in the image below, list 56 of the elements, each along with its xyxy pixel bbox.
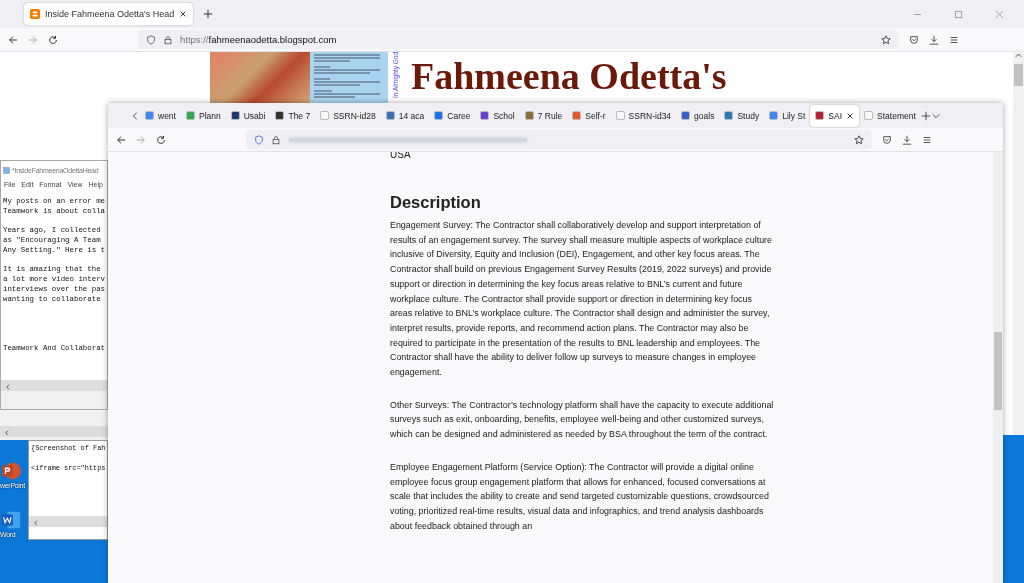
- star-icon[interactable]: [854, 134, 864, 145]
- presentation-app-icon[interactable]: [0, 460, 22, 482]
- scroll-left-icon[interactable]: [3, 429, 10, 436]
- browser-tab[interactable]: goals: [676, 104, 720, 127]
- new-tab-icon[interactable]: [203, 9, 214, 19]
- scroll-left-icon[interactable]: [4, 383, 11, 390]
- browser-tab[interactable]: Study: [719, 104, 765, 127]
- notepad-icon: [3, 166, 10, 174]
- browser-tab[interactable]: 14 aca: [380, 104, 430, 127]
- paragraph: Employee Engagement Platform (Service Option): The Contractor will provide a digital online employee focus group engagement platform that allows for enhanced, focused conversations at scale that includes the ability to create and send targeted customizable questions, crowdsourced voting, prioritized real-time results, visual data and infographics, and trend analysis dashboards about feedback obtained through an: [390, 460, 770, 533]
- menu-icon[interactable]: [949, 34, 959, 45]
- browser-tab[interactable]: SAI: [810, 104, 860, 127]
- close-icon[interactable]: [179, 10, 188, 18]
- document-app-icon[interactable]: [0, 509, 22, 531]
- maximize-icon[interactable]: [954, 9, 963, 19]
- download-icon[interactable]: [929, 34, 939, 45]
- browser-tab[interactable]: Usabi: [225, 104, 271, 127]
- scroll-left-icon[interactable]: [32, 519, 39, 526]
- browser-tab[interactable]: Plann: [180, 104, 226, 127]
- browser-tab[interactable]: Caree: [429, 104, 476, 127]
- download-icon[interactable]: [902, 134, 912, 145]
- blog-title: Fahmeena Odetta's: [411, 54, 727, 99]
- shield-icon: [146, 34, 156, 45]
- browser-tab[interactable]: The 7: [270, 104, 316, 127]
- lock-icon: [271, 134, 281, 145]
- browser-tab[interactable]: Self-r: [567, 104, 611, 127]
- pocket-icon[interactable]: [882, 134, 892, 145]
- shield-icon: [254, 134, 264, 145]
- address-bar[interactable]: https://fahmeenaodetta.blogspot.com: [138, 30, 899, 49]
- back-icon[interactable]: [8, 34, 18, 45]
- browser-tab[interactable]: Inside Fahmeena Odetta's Head: [24, 3, 194, 25]
- paragraph: Engagement Survey: The Contractor shall collaboratively develop and support interpretation of results of an engagement survey. The survey shall measure multiple aspects of workplace culture inclusive of Diversity, Equity and Inclusion (DEI), Engagement, and other key focus areas. The Contractor shall build on previous Engagement Survey Results (2019, 2022 surveys) and provide support or direction in determining the key focus areas relative to BNL’s current and future workplace culture. The Contractor shall provide support or direction in determining key focus areas relative to BNL’s workplace culture. The Contractor shall design and administer the survey, interpret results, provide reports, and recommend action plans. The Contractor may also be required to participate in the presentation of the results to BNL leadership and employees. The Contractor shall have the ability to deliver follow up surveys to measure changes in employee engagement.: [390, 219, 773, 380]
- close-icon[interactable]: [846, 111, 855, 120]
- star-icon[interactable]: [881, 34, 891, 45]
- new-tab-icon[interactable]: [920, 110, 931, 121]
- browser-tab[interactable]: SSRN-id28: [315, 104, 381, 127]
- browser-tab[interactable]: Schol: [475, 104, 520, 127]
- scroll-tabs-left-icon[interactable]: [130, 110, 140, 121]
- paragraph: Other Surveys: The Contractor’s technology platform shall have the capacity to execute additional surveys such as exit, onboarding, benefits, employee well-being and other customized surveys, which can be designed and administered as needed by BSA throughout the term of the contract.: [390, 398, 775, 442]
- browser-tab[interactable]: 7 Rule: [519, 104, 568, 127]
- reload-icon[interactable]: [156, 134, 166, 145]
- browser-tab[interactable]: Statement: [859, 104, 921, 127]
- browser-tab[interactable]: went: [140, 104, 181, 127]
- browser-tab[interactable]: SSRN-id34: [610, 104, 677, 127]
- scrollbar-thumb[interactable]: [994, 332, 1002, 410]
- browser-tab[interactable]: Lily St: [764, 104, 811, 127]
- url-text: https://fahmeenaodetta.blogspot.com: [180, 34, 337, 45]
- section-heading: Description: [390, 193, 481, 212]
- menu-icon[interactable]: [922, 134, 932, 145]
- scrollbar-thumb[interactable]: [1014, 64, 1023, 86]
- reload-icon[interactable]: [48, 34, 58, 45]
- scroll-up-icon[interactable]: [1015, 52, 1022, 58]
- back-icon[interactable]: [116, 134, 126, 145]
- blog-logo-icon: [30, 9, 40, 19]
- lock-icon: [163, 34, 173, 45]
- pocket-icon[interactable]: [909, 34, 919, 45]
